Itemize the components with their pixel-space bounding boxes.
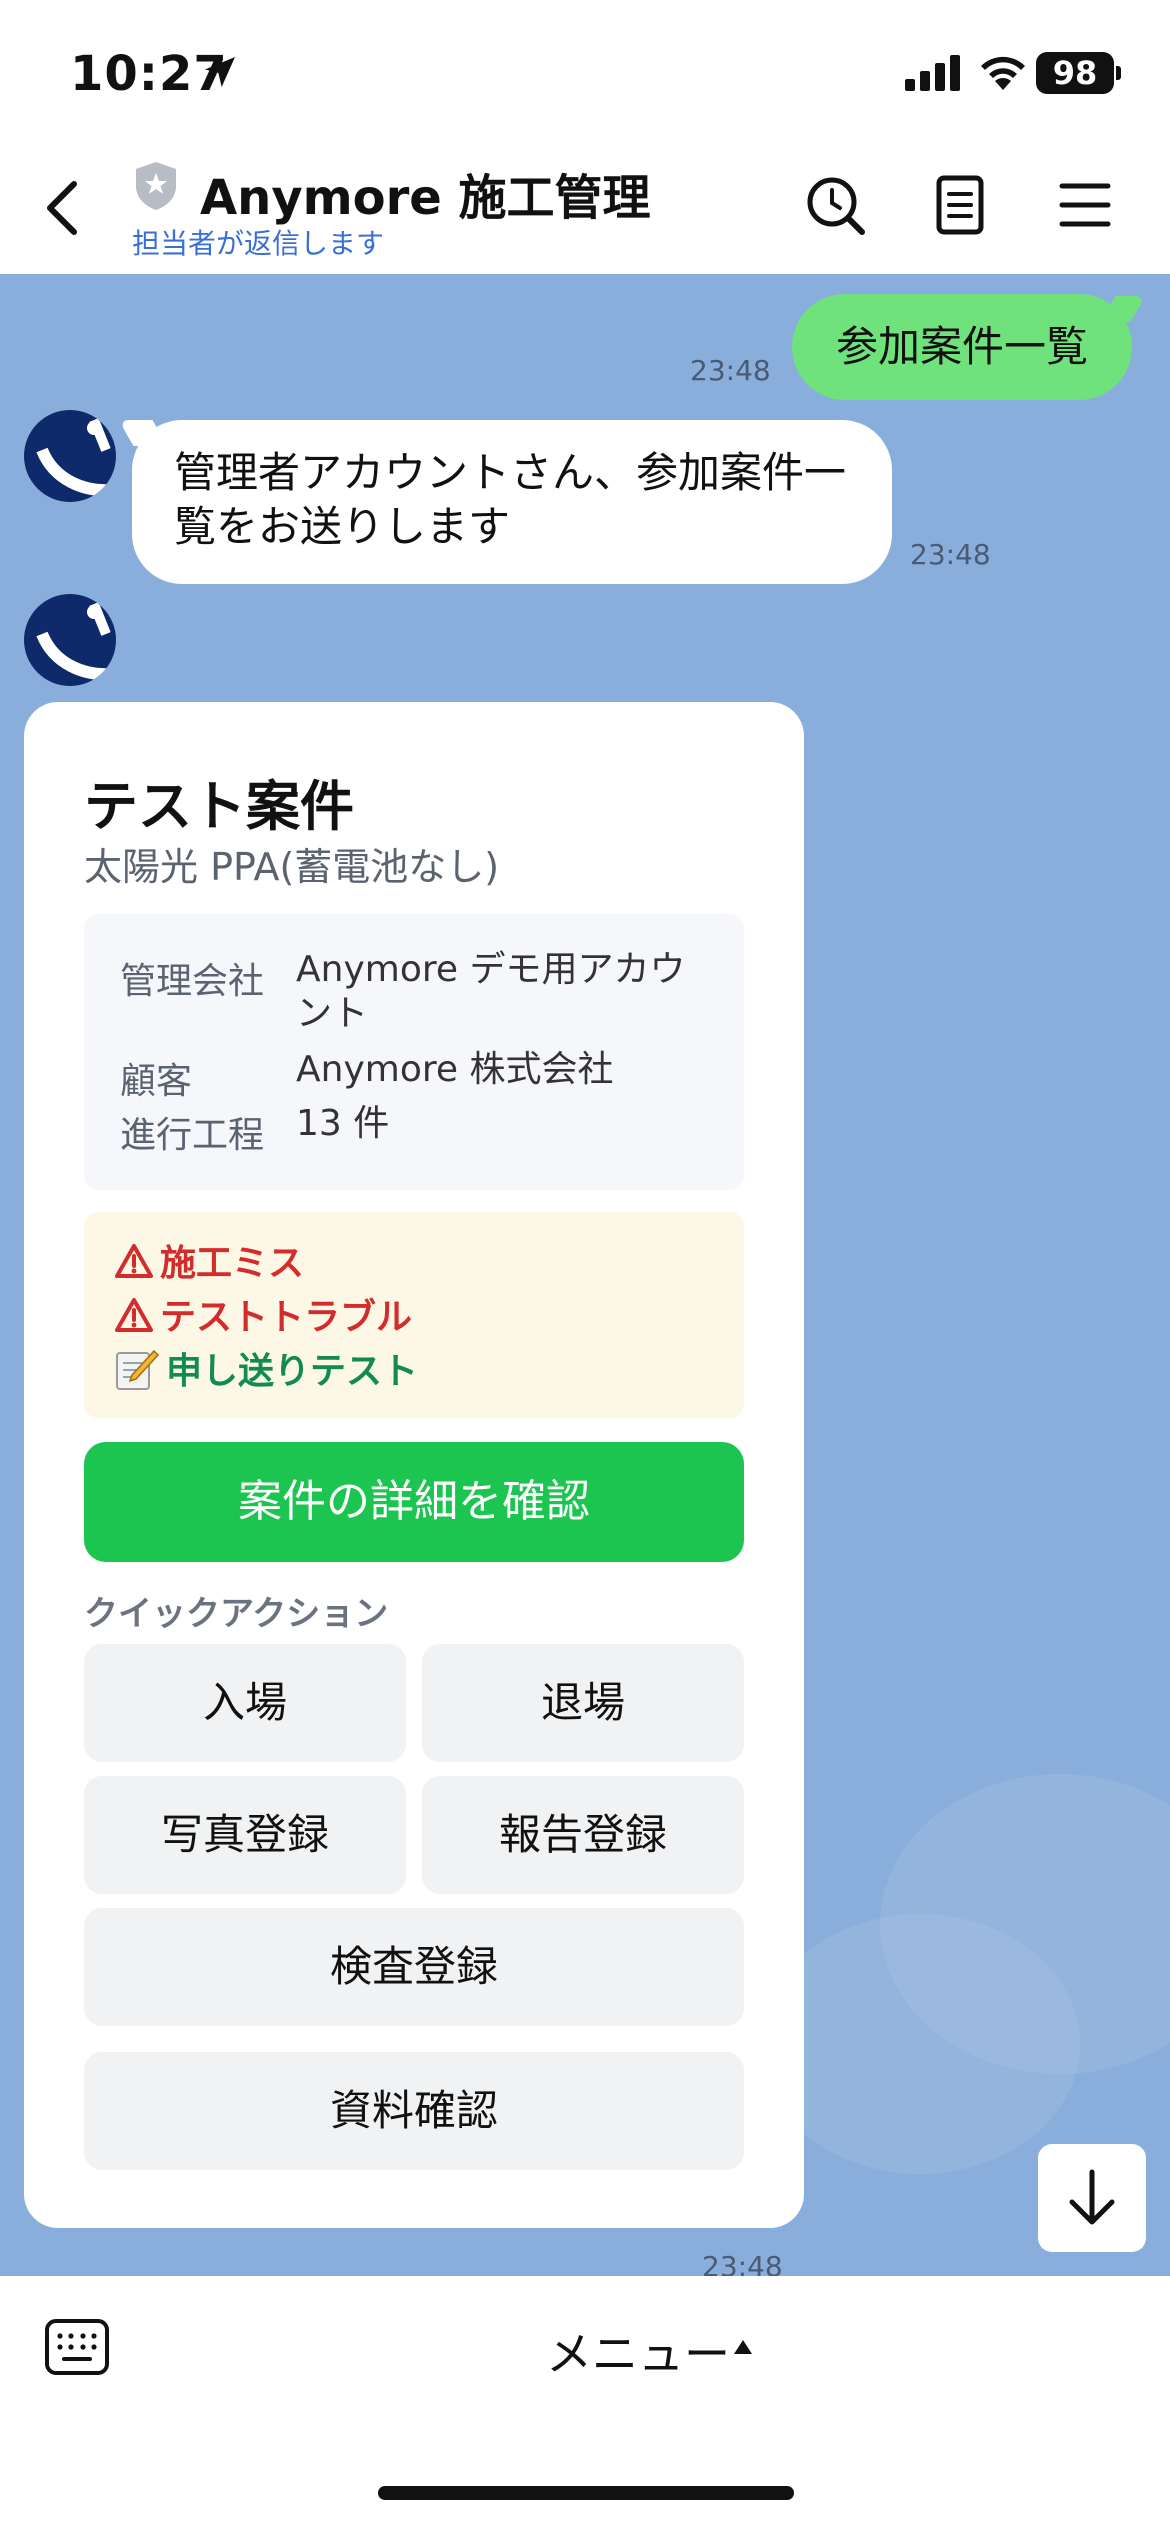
avatar-logo-icon [36, 418, 113, 497]
chat-header: Anymore 施工管理 担当者が返信します [0, 140, 1170, 274]
cellular-signal-icon [905, 55, 960, 91]
wifi-icon [981, 56, 1025, 90]
caret-up-icon [734, 2340, 752, 2354]
info-value-customer: Anymore 株式会社 [296, 1049, 614, 1090]
report-register-button[interactable]: 報告登録 [422, 1776, 744, 1894]
search-icon[interactable] [800, 170, 870, 240]
rich-menu-toggle[interactable]: メニュー [546, 2318, 730, 2384]
message-timestamp: 23:48 [702, 2250, 783, 2276]
check-out-button[interactable]: 退場 [422, 1644, 744, 1762]
info-label-company: 管理会社 [120, 961, 265, 1002]
check-in-button[interactable]: 入場 [84, 1644, 406, 1762]
memo-icon [116, 1349, 160, 1390]
message-timestamp: 23:48 [910, 538, 991, 571]
warning-icon [115, 1298, 153, 1332]
note-text: 申し送りテスト [166, 1351, 419, 1392]
bot-avatar[interactable] [24, 410, 116, 502]
project-type: 太陽光 PPA(蓄電池なし) [84, 845, 500, 889]
chat-area[interactable]: 参加案件一覧 23:48 管理者アカウントさん、参加案件一覧をお送りします 23… [0, 274, 1170, 2276]
location-arrow-icon [205, 57, 235, 87]
battery-indicator: 98 [1036, 52, 1121, 94]
user-message-bubble[interactable]: 参加案件一覧 [792, 294, 1133, 400]
project-info-box: 管理会社 Anymore デモ用アカウント 顧客 Anymore 株式会社 進行… [84, 914, 744, 1190]
verified-shield-icon [136, 162, 176, 210]
warning-icon [115, 1244, 153, 1278]
home-indicator [378, 2486, 794, 2500]
alert-text: 施工ミス [160, 1243, 305, 1284]
note-item[interactable]: 申し送りテスト [114, 1342, 418, 1394]
project-card: テスト案件 太陽光 PPA(蓄電池なし) 管理会社 Anymore デモ用アカウ… [24, 702, 804, 2228]
info-label-progress: 進行工程 [120, 1115, 265, 1156]
quick-action-heading: クイックアクション [84, 1594, 389, 1634]
view-project-details-button[interactable]: 案件の詳細を確認 [84, 1442, 744, 1562]
avatar-logo-icon [36, 602, 113, 681]
bot-avatar[interactable] [24, 594, 116, 686]
status-bar: 10:27 98 [0, 0, 1170, 140]
bot-message-bubble[interactable]: 管理者アカウントさん、参加案件一覧をお送りします [132, 420, 892, 584]
chat-subtitle: 担当者が返信します [132, 227, 385, 260]
chat-title: Anymore 施工管理 [200, 170, 651, 226]
info-value-company: Anymore デモ用アカウント [296, 949, 686, 1034]
project-title: テスト案件 [84, 775, 354, 838]
message-timestamp: 23:48 [690, 354, 771, 387]
info-value-progress: 13 件 [296, 1103, 390, 1144]
info-label-customer: 顧客 [120, 1061, 193, 1102]
notes-icon[interactable] [925, 170, 995, 240]
alert-item[interactable]: テストトラブル [114, 1288, 412, 1340]
back-chevron-icon[interactable] [38, 176, 88, 240]
keyboard-icon[interactable] [44, 2318, 110, 2376]
photo-register-button[interactable]: 写真登録 [84, 1776, 406, 1894]
scroll-to-bottom-button[interactable] [1038, 2144, 1146, 2252]
document-check-button[interactable]: 資料確認 [84, 2052, 744, 2170]
alert-box: 施工ミス テストトラブル 申し送りテスト [84, 1212, 744, 1418]
arrow-down-icon [1069, 2169, 1115, 2225]
alert-item[interactable]: 施工ミス [114, 1234, 304, 1286]
alert-text: テストトラブル [160, 1297, 413, 1338]
inspection-register-button[interactable]: 検査登録 [84, 1908, 744, 2026]
hamburger-menu-icon[interactable] [1050, 170, 1120, 240]
background-cloud [760, 1914, 1080, 2174]
